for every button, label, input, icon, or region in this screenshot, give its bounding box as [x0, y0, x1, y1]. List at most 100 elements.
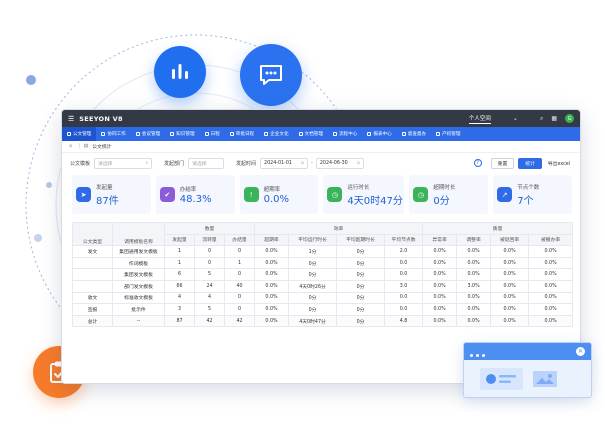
- summary-card-title: 发起量: [96, 184, 113, 191]
- table-cell: 0.0%: [254, 279, 290, 293]
- table-cell: 87: [164, 314, 195, 328]
- nav-item-icon: [170, 132, 175, 136]
- nav-item-icon: [298, 132, 303, 136]
- table-cell: 4天0时26分: [288, 279, 338, 293]
- nav-item[interactable]: 会议管理: [131, 127, 165, 141]
- breadcrumb: ⌂ | ▤ 公文统计: [62, 141, 580, 153]
- table-cell: 1: [223, 256, 256, 270]
- apps-icon[interactable]: ▦: [551, 115, 557, 122]
- nav-item[interactable]: 产权管理: [431, 127, 465, 141]
- table-cell: 0.0%: [528, 303, 574, 316]
- table-cell: 0分: [288, 291, 338, 305]
- table-cell: 0.0%: [254, 314, 290, 328]
- nav-item[interactable]: 审批日程: [225, 127, 259, 141]
- col-header: 被退回率: [490, 233, 530, 247]
- export-button[interactable]: 导出excel: [545, 157, 572, 169]
- grid-menu-icon[interactable]: ☰: [68, 115, 74, 123]
- breadcrumb-current: 公文统计: [92, 145, 112, 150]
- nav-item[interactable]: 流程中心: [328, 127, 362, 141]
- table-cell: 0.0%: [490, 291, 530, 305]
- nav-item-label: 流程中心: [338, 132, 358, 137]
- nav-item[interactable]: 协同工作: [96, 127, 130, 141]
- summary-card: ✔ 办结率 48.3%: [155, 175, 235, 214]
- avatar[interactable]: G: [565, 114, 574, 123]
- table-cell: 0: [223, 245, 256, 258]
- reset-button[interactable]: 重置: [490, 157, 515, 169]
- end-date-input[interactable]: 2024-06-30 ▫: [315, 157, 364, 169]
- time-label: 发起时间: [236, 160, 257, 167]
- summary-card-value: 48.3%: [179, 193, 212, 205]
- nav-item[interactable]: 督查督办: [397, 127, 431, 141]
- title-bar: ☰ SEEYON V8 个人空间 ⌄ ⌕ ▦ G: [62, 110, 580, 127]
- table-cell: 0分: [336, 268, 386, 281]
- trend-icon: ↗: [497, 187, 513, 202]
- space-switcher[interactable]: 个人空间: [468, 114, 491, 124]
- breadcrumb-separator: |: [79, 144, 81, 149]
- home-icon[interactable]: ⌂: [69, 144, 72, 149]
- summary-card: ◷ 运行时长 4天0时47分: [323, 175, 405, 214]
- col-header: 平均运行时长: [288, 233, 338, 247]
- table-cell: 0分: [336, 256, 386, 270]
- table-cell: 0: [194, 256, 225, 270]
- table-cell: 收文: [72, 291, 113, 305]
- table-group-header-row: 公文类型 调用模板名称 数量 效率 质量: [72, 221, 574, 247]
- nav-item-label: 知识管理: [176, 132, 195, 137]
- help-icon[interactable]: ?: [473, 159, 482, 167]
- calendar-icon: ▫: [356, 160, 360, 166]
- table-row: 作词模板 1 0 1 0.0% 0分 0分 0.0 0.0% 0.0% 0.0% 0.0%: [72, 256, 574, 270]
- nav-item[interactable]: 日程: [200, 127, 225, 141]
- table-cell: 作词模板: [112, 256, 165, 270]
- nav-item-icon: [101, 132, 106, 136]
- table-cell: 3.0: [384, 279, 424, 293]
- table-cell: 0.0%: [422, 268, 458, 281]
- table-cell: 0.0%: [528, 279, 574, 293]
- table-cell: 0.0%: [254, 303, 290, 316]
- nav-item-icon: [367, 132, 372, 136]
- table-row: 发文 集团通用发文模板 1 0 0 0.0% 1分 0分 2.0 0.0% 0.0% 0.0% 0.0%: [72, 245, 574, 258]
- nav-item-icon: [436, 132, 441, 136]
- col-header: 办结量: [223, 233, 256, 247]
- date-range-dash: -: [311, 160, 313, 166]
- nav-item[interactable]: 公文管理: [62, 127, 97, 141]
- table-cell: 0.0%: [254, 268, 290, 281]
- summary-card: ! 超期率 0.0%: [239, 175, 319, 214]
- search-icon[interactable]: ⌕: [540, 115, 543, 123]
- main-nav: 公文管理 协同工作 会议管理 知识管理 日程 审批日程 企业文化 文档管理 流程中心 报表中心 督查…: [62, 127, 580, 141]
- table-cell: 集团发文模板: [112, 268, 165, 281]
- summary-card-title: 运行时长: [347, 184, 370, 191]
- chevron-down-icon[interactable]: ⌄: [513, 115, 518, 122]
- window-dots: [470, 343, 488, 361]
- dept-select[interactable]: 请选择: [188, 157, 225, 169]
- nav-item-label: 产权管理: [442, 132, 461, 137]
- table-cell: 集团通用发文模板: [112, 245, 165, 258]
- summary-card-text: 超期率 0.0%: [264, 185, 289, 205]
- summary-card-text: 节点个数 7个: [517, 183, 539, 207]
- check-icon: ✔: [159, 187, 175, 202]
- table-cell: 0.0%: [422, 245, 458, 258]
- table-cell: 0.0%: [456, 291, 492, 305]
- table-cell: 0分: [336, 245, 386, 258]
- start-date-input[interactable]: 2024-01-01 ▫: [260, 157, 309, 169]
- table-cell: 部门发文模板: [112, 279, 165, 293]
- table-cell: 3: [164, 303, 195, 316]
- summary-card-title: 办结率: [179, 186, 197, 193]
- table-cell: 0.0%: [490, 279, 530, 293]
- stat-button[interactable]: 统计: [518, 157, 542, 169]
- orbit-dot: [34, 234, 42, 242]
- stats-table: 公文类型 调用模板名称 数量 效率 质量 发起量 流转量 办结量 超期率 平均运行时长平…: [72, 221, 574, 328]
- col-header: 平均节点数: [384, 233, 424, 247]
- table-cell: 批示件: [112, 303, 165, 316]
- table-cell: [72, 279, 113, 293]
- nav-item[interactable]: 文档管理: [294, 127, 328, 141]
- nav-item[interactable]: 报表中心: [362, 127, 396, 141]
- message-bubble-icon: [240, 44, 302, 106]
- nav-item[interactable]: 知识管理: [165, 127, 199, 141]
- table-cell: 0: [223, 303, 256, 316]
- table-cell: 2.0: [384, 245, 424, 258]
- summary-card-value: 4天0时47分: [347, 195, 403, 207]
- nav-item[interactable]: 企业文化: [259, 127, 293, 141]
- close-icon[interactable]: ✕: [576, 347, 585, 356]
- table-cell: 总计: [72, 314, 113, 328]
- template-select[interactable]: 请选择 ⌕: [94, 157, 153, 169]
- table-cell: 0.0%: [456, 256, 492, 270]
